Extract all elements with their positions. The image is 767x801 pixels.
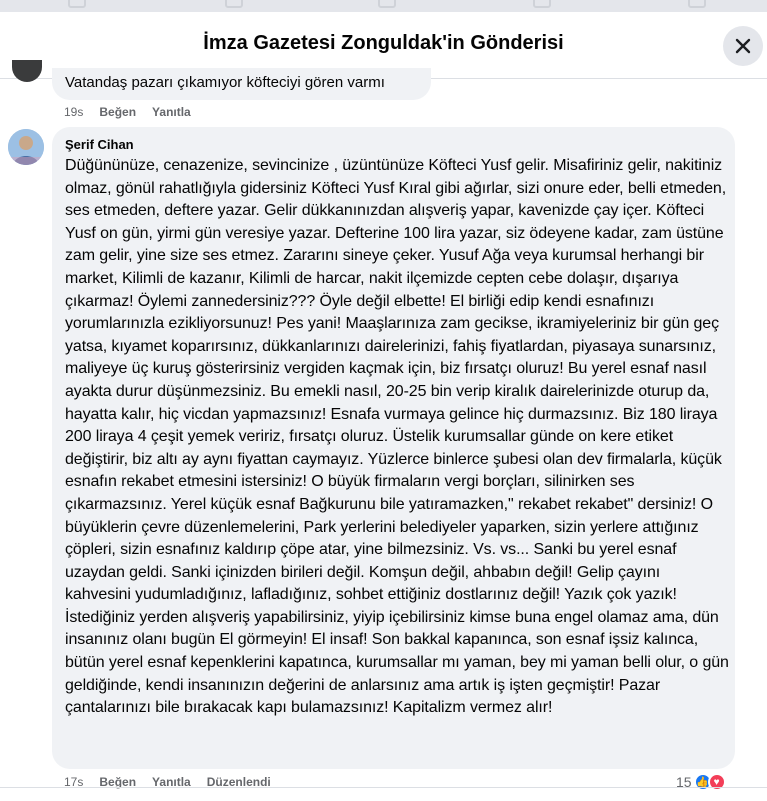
groups-icon xyxy=(688,0,706,8)
divider xyxy=(0,787,767,788)
close-icon xyxy=(735,38,751,54)
friends-icon xyxy=(225,0,243,8)
avatar[interactable] xyxy=(8,129,44,165)
comment-text: Düğününüze, cenazenize, sevincinize , üz… xyxy=(65,157,729,717)
background-nav-strip xyxy=(0,0,767,12)
love-reaction-icon: ♥ xyxy=(707,773,726,791)
comment-bubble: Vatandaş pazarı çıkamıyor köfteciyi göre… xyxy=(52,68,431,100)
comment-time[interactable]: 19s xyxy=(64,105,83,119)
close-button[interactable] xyxy=(723,26,763,66)
comment-author[interactable]: Şerif Cihan xyxy=(65,137,134,152)
like-button[interactable]: Beğen xyxy=(99,105,136,119)
comment-actions: 19s Beğen Yanıtla xyxy=(64,105,191,119)
marketplace-icon xyxy=(533,0,551,8)
comment-bubble: Şerif Cihan Düğününüze, cenazenize, sevi… xyxy=(52,127,735,769)
reply-button[interactable]: Yanıtla xyxy=(152,105,191,119)
video-icon xyxy=(378,0,396,8)
home-icon xyxy=(68,0,86,8)
avatar-photo xyxy=(8,129,44,165)
reaction-summary[interactable]: 15 👍 ♥ xyxy=(676,773,726,791)
comment-text: Vatandaş pazarı çıkamıyor köfteciyi göre… xyxy=(65,74,385,91)
dialog-title: İmza Gazetesi Zonguldak'in Gönderisi xyxy=(203,32,564,54)
